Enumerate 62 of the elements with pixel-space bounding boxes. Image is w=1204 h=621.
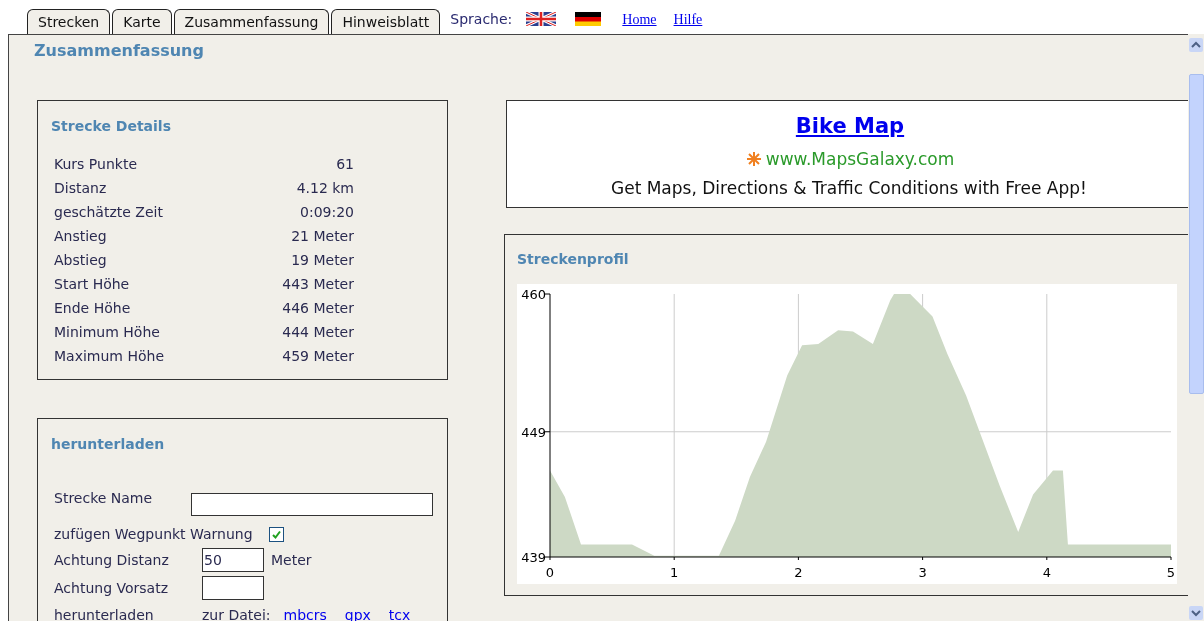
- field-label: Achtung Vorsatz: [54, 578, 169, 598]
- panel-title: Streckenprofil: [517, 250, 630, 269]
- field-value: 459 Meter: [281, 346, 354, 366]
- nav-link[interactable]: Hilfe: [673, 9, 703, 30]
- panel-title: Strecke Details: [51, 117, 172, 136]
- scroll-thumb[interactable]: [1189, 74, 1204, 394]
- field-value: 444 Meter: [281, 322, 354, 342]
- uk-flag-icon[interactable]: [526, 12, 557, 26]
- page-title: Zusammenfassung: [33, 40, 205, 62]
- prefix-input[interactable]: [202, 576, 264, 600]
- panel-title: herunterladen: [51, 435, 166, 454]
- check-icon: [270, 528, 282, 540]
- field-label: Anstieg: [54, 226, 108, 246]
- field-label: Kurs Punkte: [54, 154, 138, 174]
- field-label: Minimum Höhe: [54, 322, 161, 342]
- warning-checkbox[interactable]: [268, 526, 284, 542]
- y-tick-label: 439: [521, 550, 546, 565]
- tab[interactable]: Karte: [112, 9, 172, 34]
- ad-url: www.MapsGalaxy.com: [765, 147, 955, 171]
- y-tick-label: 460: [521, 287, 546, 302]
- field-label: zufügen Wegpunkt Warnung: [54, 524, 253, 544]
- field-label: Maximum Höhe: [54, 346, 165, 366]
- name-input[interactable]: [191, 493, 433, 516]
- tab[interactable]: Strecken: [27, 9, 111, 34]
- unit-label: Meter: [271, 550, 312, 570]
- field-value: 4.12 km: [295, 178, 354, 198]
- field-label: herunterladen: [54, 605, 155, 621]
- tab[interactable]: Zusammenfassung: [173, 9, 330, 34]
- field-label: Strecke Name: [54, 489, 154, 508]
- ad-title-link[interactable]: Bike Map: [795, 111, 905, 143]
- x-tick-label: 3: [918, 565, 927, 580]
- x-tick-label: 2: [794, 565, 803, 580]
- german-flag-icon[interactable]: [575, 12, 602, 26]
- field-label: geschätzte Zeit: [54, 202, 164, 222]
- field-value: 0:09:20: [299, 202, 354, 222]
- y-tick-label: 449: [521, 424, 546, 440]
- tab[interactable]: Hinweisblatt: [331, 9, 441, 34]
- scroll-down-icon[interactable]: [1189, 606, 1203, 620]
- field-label: Distanz: [54, 178, 108, 198]
- language-label: Sprache:: [450, 10, 513, 29]
- x-tick-label: 5: [1166, 565, 1176, 580]
- ad-text: Get Maps, Directions & Traffic Conditions with Free App!: [610, 177, 1087, 200]
- x-tick-label: 4: [1042, 565, 1051, 580]
- field-value: 21 Meter: [290, 226, 354, 246]
- field-label: Abstieg: [54, 250, 108, 270]
- star-burst-icon: [745, 151, 762, 168]
- field-label: Ende Höhe: [54, 298, 132, 318]
- field-label: zur Datei:: [202, 605, 271, 621]
- field-label: Achtung Distanz: [54, 550, 170, 570]
- download-link[interactable]: mbcrs: [283, 604, 327, 621]
- field-value: 446 Meter: [281, 298, 354, 318]
- distance-input[interactable]: 50: [202, 548, 264, 572]
- nav-link[interactable]: Home: [622, 9, 657, 30]
- download-link[interactable]: tcx: [388, 604, 411, 621]
- field-value: 443 Meter: [281, 274, 354, 294]
- scrollbar[interactable]: [1188, 34, 1204, 621]
- field-value: 61: [335, 154, 354, 174]
- scroll-up-icon[interactable]: [1189, 38, 1203, 52]
- field-value: 19 Meter: [290, 250, 354, 270]
- x-tick-label: 0: [545, 565, 555, 580]
- field-label: Start Höhe: [54, 274, 131, 294]
- x-tick-label: 1: [670, 565, 679, 580]
